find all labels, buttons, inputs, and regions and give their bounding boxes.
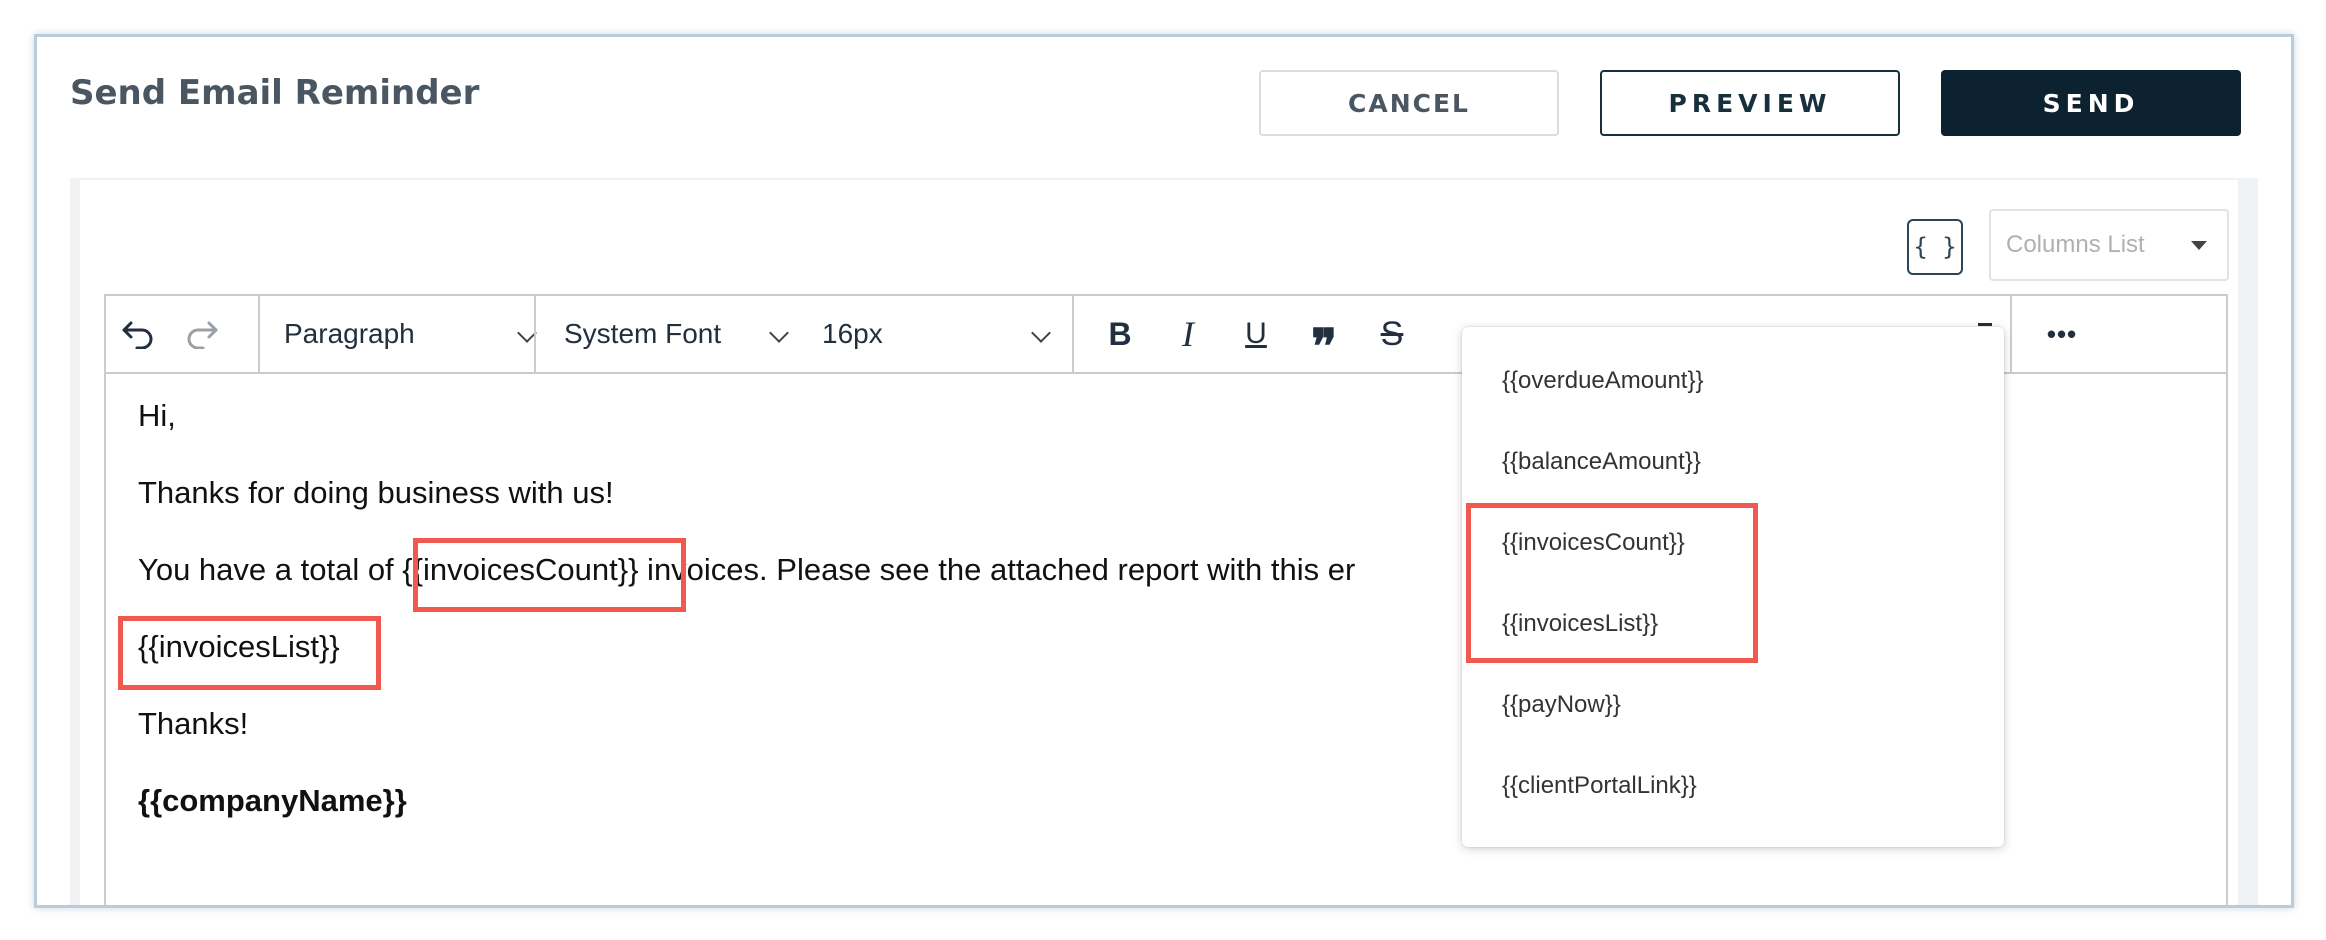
dialog-header: Send Email Reminder CANCEL PREVIEW SEND bbox=[37, 37, 2291, 177]
invoice-total-line: You have a total of {{invoicesCount}} in… bbox=[138, 552, 1355, 588]
send-button[interactable]: SEND bbox=[1941, 70, 2241, 136]
greeting-text: Hi, bbox=[138, 398, 176, 433]
blockquote-icon[interactable]: ❞ bbox=[1302, 324, 1346, 372]
columns-list-select[interactable]: Columns List bbox=[1989, 209, 2229, 281]
invoices-list-highlight bbox=[118, 616, 381, 690]
font-family-label: System Font bbox=[564, 318, 722, 349]
italic-icon[interactable]: I bbox=[1166, 312, 1210, 356]
caret-down-icon bbox=[2191, 241, 2207, 250]
underline-icon[interactable]: U bbox=[1234, 312, 1278, 356]
invoices-count-highlight bbox=[413, 538, 686, 612]
undo-icon[interactable] bbox=[116, 312, 160, 356]
font-size-label: 16px bbox=[822, 318, 883, 349]
chevron-down-icon bbox=[1031, 323, 1051, 343]
columns-list-placeholder: Columns List bbox=[2006, 231, 2145, 258]
toolbar-divider bbox=[534, 296, 536, 372]
total-suffix-text: invoices. Please see the attached report… bbox=[638, 552, 1356, 587]
bold-icon[interactable]: B bbox=[1098, 312, 1142, 356]
font-size-dropdown[interactable]: 16px bbox=[822, 296, 1072, 372]
variables-dropdown-menu: {{overdueAmount}} {{balanceAmount}} {{in… bbox=[1462, 327, 2004, 847]
thanks-text: Thanks for doing business with us! bbox=[138, 475, 614, 510]
block-format-label: Paragraph bbox=[284, 318, 415, 349]
toolbar-divider bbox=[2010, 296, 2012, 372]
preview-button[interactable]: PREVIEW bbox=[1600, 70, 1900, 136]
variable-option[interactable]: {{overdueAmount}} bbox=[1502, 367, 1704, 395]
closing-text: Thanks! bbox=[138, 706, 249, 741]
variable-option[interactable]: {{payNow}} bbox=[1502, 691, 1621, 719]
total-prefix-text: You have a total of bbox=[138, 552, 403, 587]
email-reminder-dialog: Send Email Reminder CANCEL PREVIEW SEND … bbox=[34, 34, 2294, 908]
font-family-dropdown[interactable]: System Font bbox=[564, 296, 789, 372]
chevron-down-icon bbox=[769, 323, 789, 343]
block-format-dropdown[interactable]: Paragraph bbox=[284, 296, 537, 372]
strikethrough-icon[interactable]: S bbox=[1370, 312, 1414, 356]
toolbar-divider bbox=[1072, 296, 1074, 372]
insert-variable-button[interactable]: { } bbox=[1907, 219, 1963, 275]
more-options-icon[interactable]: ••• bbox=[2034, 312, 2090, 356]
variable-option[interactable]: {{clientPortalLink}} bbox=[1502, 772, 1697, 800]
dialog-title: Send Email Reminder bbox=[70, 73, 480, 113]
variable-option[interactable]: {{balanceAmount}} bbox=[1502, 448, 1701, 476]
cancel-button[interactable]: CANCEL bbox=[1259, 70, 1559, 136]
selected-variables-highlight bbox=[1466, 503, 1758, 663]
redo-icon[interactable] bbox=[180, 312, 224, 356]
company-name-variable: {{companyName}} bbox=[138, 783, 407, 818]
toolbar-divider bbox=[258, 296, 260, 372]
